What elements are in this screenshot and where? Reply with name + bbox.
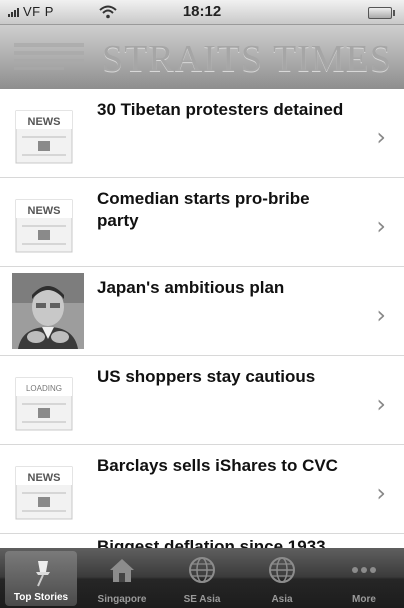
battery-icon — [368, 7, 395, 19]
masthead-logo — [14, 39, 86, 73]
banner-title: STRAITS TIMES — [102, 38, 392, 80]
more-icon — [352, 567, 376, 573]
news-thumb-label: LOADING — [26, 384, 62, 393]
news-item[interactable]: LOADING US shoppers stay cautious › — [0, 356, 404, 445]
news-item[interactable]: NEWS Barclays sells iShares to CVC › — [0, 445, 404, 534]
globe-icon — [189, 557, 215, 583]
pin-icon — [36, 561, 50, 587]
app-screen: VF P 18:12 STRAITS TIMES NEWS 30 Tibetan… — [0, 0, 404, 608]
chevron-right-icon: › — [376, 390, 386, 418]
tab-se-asia[interactable]: SE Asia — [162, 548, 242, 608]
news-headline: Comedian starts pro-bribe party — [97, 189, 310, 230]
news-thumb-label: NEWS — [28, 472, 61, 484]
chevron-right-icon: › — [376, 301, 386, 329]
tab-label: Top Stories — [13, 592, 69, 603]
globe-icon — [269, 557, 295, 583]
status-bar: VF P 18:12 — [0, 0, 404, 25]
chevron-right-icon: › — [376, 479, 386, 507]
news-headline: 30 Tibetan protesters detained — [97, 100, 344, 119]
news-headline: Japan's ambitious plan — [97, 278, 285, 297]
news-headline: US shoppers stay cautious — [97, 367, 316, 386]
news-item[interactable]: NEWS Comedian starts pro-bribe party › — [0, 178, 404, 267]
news-headline: Barclays sells iShares to CVC — [97, 456, 338, 475]
home-icon — [110, 559, 134, 582]
tab-label: Asia — [271, 594, 293, 605]
news-photo — [12, 273, 84, 349]
news-thumbnail-icon: NEWS — [12, 192, 78, 258]
news-item[interactable]: NEWS 30 Tibetan protesters detained › — [0, 89, 404, 178]
tab-more[interactable]: More — [324, 548, 404, 608]
tab-asia[interactable]: Asia — [242, 548, 322, 608]
loading-thumbnail-icon: LOADING — [12, 370, 78, 436]
tab-label: Singapore — [97, 594, 147, 605]
app-banner: STRAITS TIMES — [0, 25, 404, 89]
tab-label: More — [352, 594, 376, 605]
status-time: 18:12 — [182, 3, 222, 20]
chevron-right-icon: › — [376, 123, 386, 151]
tab-singapore[interactable]: Singapore — [82, 548, 162, 608]
news-thumbnail-icon: NEWS — [12, 103, 78, 169]
news-thumb-label: NEWS — [28, 205, 61, 217]
tab-bar: Top Stories Singapore SE Asia Asia More — [0, 548, 404, 608]
tab-top-stories[interactable]: Top Stories — [5, 551, 77, 606]
news-list: NEWS 30 Tibetan protesters detained › NE… — [0, 89, 404, 534]
tab-label: SE Asia — [183, 594, 221, 605]
chevron-right-icon: › — [376, 212, 386, 240]
news-item[interactable]: Japan's ambitious plan › — [0, 267, 404, 356]
news-thumbnail-icon: NEWS — [12, 459, 78, 525]
news-thumb-label: NEWS — [28, 116, 61, 128]
